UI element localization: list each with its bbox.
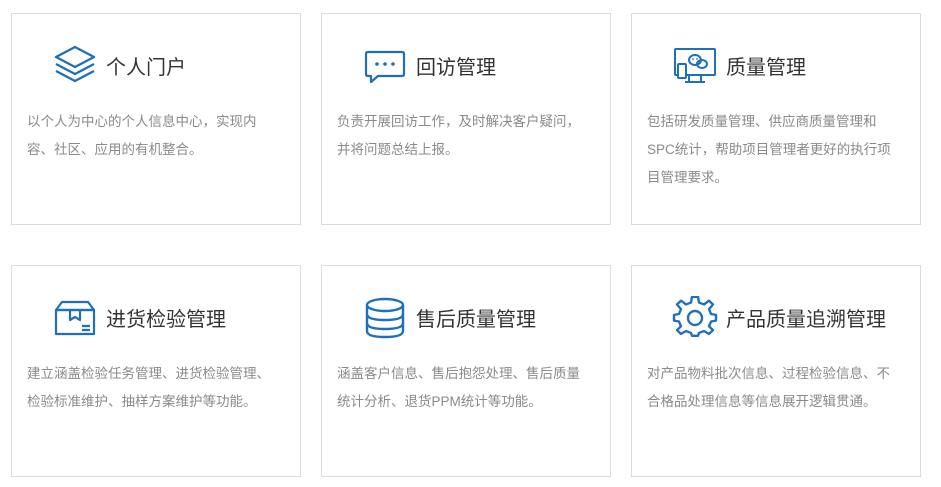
card-title: 进货检验管理 [106, 309, 226, 331]
card-description: 包括研发质量管理、供应商质量管理和SPC统计，帮助项目管理者更好的执行项目管理要… [647, 114, 891, 185]
chat-bubble-icon [362, 44, 408, 88]
feature-card-personal-portal[interactable]: 个人门户 以个人为中心的个人信息中心，实现内容、社区、应用的有机整合。 [11, 13, 301, 225]
card-title: 质量管理 [726, 57, 806, 79]
card-description: 负责开展回访工作，及时解决客户疑问，并将问题总结上报。 [337, 114, 580, 157]
card-description: 建立涵盖检验任务管理、进货检验管理、检验标准维护、抽样方案维护等功能。 [27, 366, 270, 409]
card-description: 对产品物料批次信息、过程检验信息、不合格品处理信息等信息展开逻辑贯通。 [647, 366, 890, 409]
card-title: 回访管理 [416, 57, 496, 79]
feature-card-incoming-inspection[interactable]: 进货检验管理 建立涵盖检验任务管理、进货检验管理、检验标准维护、抽样方案维护等功… [11, 265, 301, 477]
card-title: 产品质量追溯管理 [726, 309, 886, 331]
monitor-chat-icon [672, 44, 718, 88]
card-title: 个人门户 [106, 57, 186, 79]
feature-card-traceability[interactable]: 产品质量追溯管理 对产品物料批次信息、过程检验信息、不合格品处理信息等信息展开逻… [631, 265, 921, 477]
feature-card-quality-management[interactable]: 质量管理 包括研发质量管理、供应商质量管理和SPC统计，帮助项目管理者更好的执行… [631, 13, 921, 225]
gear-icon [672, 296, 718, 340]
feature-card-return-visit[interactable]: 回访管理 负责开展回访工作，及时解决客户疑问，并将问题总结上报。 [321, 13, 611, 225]
feature-card-after-sales-quality[interactable]: 售后质量管理 涵盖客户信息、售后抱怨处理、售后质量统计分析、退货PPM统计等功能… [321, 265, 611, 477]
card-description: 以个人为中心的个人信息中心，实现内容、社区、应用的有机整合。 [27, 114, 257, 157]
database-icon [362, 296, 408, 340]
package-box-icon [52, 296, 98, 340]
layers-icon [52, 44, 98, 88]
card-title: 售后质量管理 [416, 309, 536, 331]
card-description: 涵盖客户信息、售后抱怨处理、售后质量统计分析、退货PPM统计等功能。 [337, 366, 580, 409]
